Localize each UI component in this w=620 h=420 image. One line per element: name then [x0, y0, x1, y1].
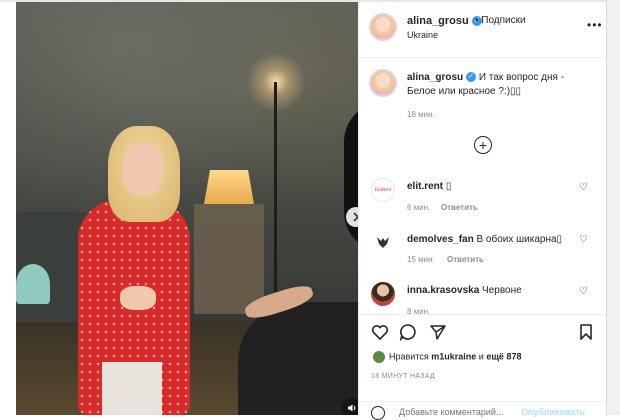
post-location[interactable]: Ukraine	[407, 30, 438, 40]
scroll-edge[interactable]	[606, 0, 620, 415]
caption-line-1: alina_grosu ✓ И так вопрос дня -	[407, 71, 564, 85]
comment-1-text: ▯	[445, 181, 452, 192]
post-timestamp[interactable]: 18 МИНУТ НАЗАД	[371, 373, 435, 380]
caption-author-avatar[interactable]	[369, 69, 397, 97]
liker-avatar[interactable]	[373, 351, 385, 363]
comment-2-user[interactable]: demolves_fan	[407, 234, 474, 245]
post-actions: Нравится m1ukraine и ещё 878 18 МИНУТ НА…	[359, 314, 607, 420]
comment-1-like-icon[interactable]: ♡	[579, 182, 588, 193]
comment-avatar-elit-rent[interactable]: ElitRent	[371, 178, 395, 202]
comment-avatar-demolves-fan[interactable]	[371, 230, 395, 254]
save-bookmark-icon[interactable]	[577, 323, 595, 346]
liker-username[interactable]: m1ukraine	[431, 351, 476, 361]
elit-rent-logo: ElitRent	[374, 187, 392, 193]
video-lamp-shade	[204, 170, 254, 204]
comment-composer: Опубликовать	[359, 401, 607, 420]
comment-2-text: В обоих шикарна▯	[476, 234, 563, 245]
post-video[interactable]	[16, 2, 358, 415]
comment-input[interactable]	[399, 407, 529, 417]
caption-author-username[interactable]: alina_grosu	[407, 72, 463, 83]
video-person-hands	[120, 286, 156, 310]
comment-3-user[interactable]: inna.krasovska	[407, 285, 479, 296]
comment-1-reply-button[interactable]: Ответить	[441, 203, 478, 212]
comment-2-time[interactable]: 15 мин.	[407, 255, 435, 264]
video-teal-lamp	[16, 264, 50, 304]
video-side-table	[194, 204, 264, 314]
comment-3: inna.krasovska Червоне	[407, 284, 522, 298]
comment-1-time[interactable]: 6 мин.	[407, 203, 430, 212]
video-person-legs	[102, 362, 162, 415]
chevron-right-icon	[353, 212, 358, 222]
share-paper-plane-icon[interactable]	[429, 323, 447, 346]
video-lamp-pole	[274, 82, 277, 292]
likes-prefix: Нравится	[389, 351, 429, 362]
comment-1-user[interactable]: elit.rent	[407, 181, 443, 192]
caption-text-2: Белое или красное ?:)▯▯	[407, 86, 522, 97]
caption-time[interactable]: 18 мин.	[407, 110, 435, 119]
plus-icon: +	[478, 137, 488, 153]
caption-text-1: И так вопрос дня -	[478, 72, 565, 83]
likes-summary: Нравится m1ukraine и ещё 878	[373, 351, 521, 363]
speaker-icon	[348, 404, 356, 412]
more-options-icon[interactable]: •••	[587, 18, 603, 32]
comment-3-text: Червоне	[482, 285, 522, 296]
publish-button[interactable]: Опубликовать	[521, 407, 585, 417]
post-header: alina_grosu ✓ • Подписки Ukraine •••	[359, 2, 607, 58]
caption-verified-badge-icon: ✓	[466, 72, 477, 83]
instagram-post-modal: alina_grosu ✓ • Подписки Ukraine ••• alin…	[0, 0, 620, 420]
likes-count[interactable]: ещё 878	[486, 351, 521, 361]
sound-toggle-button[interactable]	[342, 398, 358, 415]
wolf-logo-icon	[377, 237, 389, 248]
video-person-face	[122, 142, 164, 196]
author-avatar[interactable]	[369, 13, 397, 41]
emoji-smile-icon[interactable]	[371, 406, 385, 420]
comment-3-like-icon[interactable]: ♡	[579, 286, 588, 297]
comment-1: elit.rent ▯	[407, 180, 451, 194]
comment-2-reply-button[interactable]: Ответить	[447, 255, 484, 264]
comment-bubble-icon[interactable]	[399, 323, 417, 346]
comment-2-like-icon[interactable]: ♡	[579, 234, 588, 245]
like-heart-icon[interactable]	[371, 323, 389, 346]
load-more-comments-button[interactable]: +	[474, 136, 492, 154]
comment-avatar-inna-krasovska[interactable]	[371, 282, 395, 306]
likes-and: и	[478, 351, 484, 362]
video-interviewer	[238, 302, 358, 415]
author-username[interactable]: alina_grosu ✓	[407, 15, 482, 27]
comment-2: demolves_fan В обоих шикарна▯	[407, 233, 562, 247]
author-username-text[interactable]: alina_grosu	[407, 15, 469, 27]
follow-status[interactable]: • Подписки	[475, 15, 526, 26]
post-sidebar: alina_grosu ✓ • Подписки Ukraine ••• alin…	[358, 2, 607, 420]
